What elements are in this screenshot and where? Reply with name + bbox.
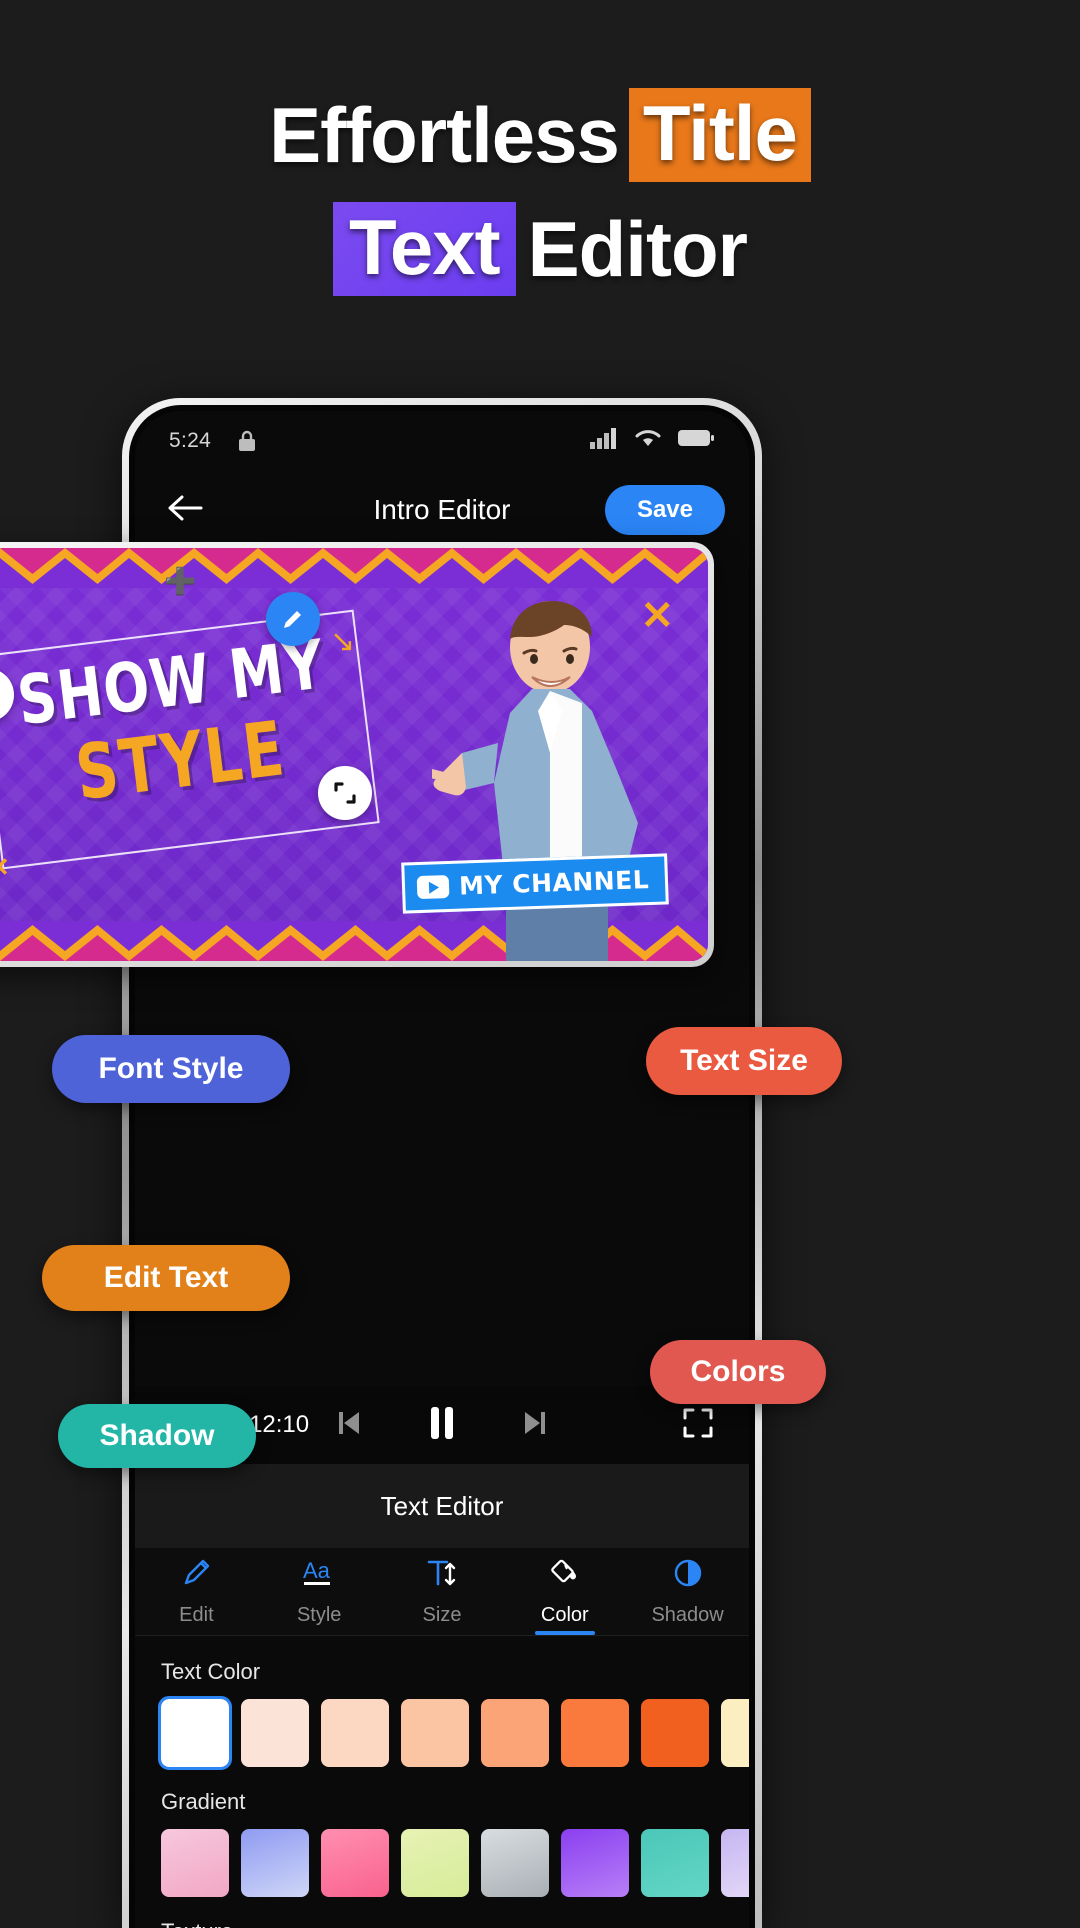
preview-small-close-icon[interactable]: ✕ [0, 852, 10, 883]
paint-bucket-icon [548, 1556, 582, 1596]
preview-text-block[interactable]: SHOW MY STYLE [0, 625, 353, 818]
font-style-icon: Aa [301, 1556, 337, 1596]
app-header: Intro Editor Save [135, 471, 749, 549]
swatch[interactable] [481, 1829, 549, 1897]
pencil-icon [179, 1556, 213, 1596]
channel-badge: MY CHANNEL [401, 853, 669, 914]
skip-previous-icon[interactable] [333, 1406, 367, 1445]
section-label: Text Color [161, 1659, 261, 1684]
tab-label: Edit [179, 1604, 214, 1626]
swatch[interactable] [321, 1699, 389, 1767]
callout-text-size: Text Size [646, 1027, 842, 1095]
swatch[interactable] [401, 1829, 469, 1897]
lock-icon [237, 429, 257, 453]
status-time: 5:24 [169, 429, 212, 452]
video-preview[interactable]: MY CHANNEL SHOW MY STYLE ✕ ➕ ✕ ↘ [0, 548, 708, 961]
tab-underline [534, 1631, 595, 1635]
pencil-icon [284, 611, 301, 628]
swatch[interactable] [641, 1699, 709, 1767]
swatch[interactable] [241, 1829, 309, 1897]
swatch[interactable] [561, 1699, 629, 1767]
tab-shadow[interactable]: Shadow [626, 1548, 749, 1635]
swatch[interactable] [481, 1699, 549, 1767]
tab-label: Color [540, 1604, 589, 1626]
text-size-icon [425, 1556, 459, 1596]
swatch-row-text-color[interactable] [135, 1696, 749, 1770]
battery-icon [677, 426, 715, 456]
editor-tabbar: Edit Aa Style Size Color Shadow [135, 1548, 749, 1636]
tab-style[interactable]: Aa Style [258, 1548, 381, 1635]
tab-label: Size [422, 1604, 462, 1626]
pause-icon[interactable] [425, 1404, 459, 1447]
swatch[interactable] [721, 1829, 749, 1897]
swatch-sections: Text Color Gradient Texture [135, 1637, 749, 1928]
fullscreen-icon[interactable] [681, 1406, 715, 1445]
arrow-left-icon [166, 493, 204, 528]
swatch[interactable] [641, 1829, 709, 1897]
section-label: Gradient [161, 1789, 246, 1814]
swatch[interactable] [561, 1829, 629, 1897]
swatch[interactable] [241, 1699, 309, 1767]
wifi-icon [633, 426, 663, 456]
skip-next-icon[interactable] [517, 1406, 551, 1445]
callout-edit-text: Edit Text [42, 1245, 290, 1311]
callout-colors: Colors [650, 1340, 826, 1404]
preview-close-icon[interactable]: ✕ [640, 596, 674, 636]
edit-handle-button[interactable] [266, 592, 320, 646]
section-text-color: Text Color [135, 1637, 749, 1770]
swatch[interactable] [161, 1829, 229, 1897]
headline-word-title: Title [628, 88, 811, 182]
swatch-row-gradient[interactable] [135, 1829, 749, 1897]
shadow-icon [671, 1556, 705, 1596]
hero-headline: Effortless Title Text Editor [0, 88, 1080, 296]
tab-edit[interactable]: Edit [135, 1548, 258, 1635]
preview-plus-icon[interactable]: ➕ [164, 566, 196, 597]
preview-rotate-arrow-icon[interactable]: ↘ [330, 624, 355, 659]
section-texture: Texture [135, 1897, 749, 1928]
panel-title: Text Editor [135, 1464, 749, 1548]
resize-icon [334, 782, 356, 804]
tab-color[interactable]: Color [503, 1548, 626, 1635]
back-button[interactable] [159, 484, 211, 536]
video-preview-card: MY CHANNEL SHOW MY STYLE ✕ ➕ ✕ ↘ [0, 542, 714, 967]
headline-word-effortless: Effortless [269, 91, 620, 179]
headline-line-2: Text Editor [0, 202, 1080, 296]
section-label: Texture [135, 1897, 749, 1928]
tab-label: Style [296, 1604, 342, 1626]
status-bar: 5:24 [135, 411, 749, 471]
svg-text:Aa: Aa [303, 1558, 331, 1583]
swatch[interactable] [401, 1699, 469, 1767]
swatch[interactable] [321, 1829, 389, 1897]
save-button[interactable]: Save [604, 485, 725, 535]
tab-label: Shadow [651, 1604, 724, 1626]
headline-word-editor: Editor [527, 205, 748, 293]
headline-word-text: Text [333, 202, 516, 296]
callout-shadow: Shadow [58, 1404, 256, 1468]
status-right-icons [589, 426, 715, 456]
tab-size[interactable]: Size [381, 1548, 504, 1635]
section-gradient: Gradient [135, 1767, 749, 1897]
youtube-play-icon [416, 875, 450, 900]
channel-label: MY CHANNEL [458, 865, 650, 901]
headline-line-1: Effortless Title [0, 88, 1080, 182]
cellular-signal-icon [589, 426, 619, 456]
callout-font-style: Font Style [52, 1035, 290, 1103]
zigzag-border-top [0, 548, 708, 588]
swatch[interactable] [158, 1696, 232, 1770]
resize-handle-button[interactable] [318, 766, 372, 820]
swatch[interactable] [721, 1699, 749, 1767]
